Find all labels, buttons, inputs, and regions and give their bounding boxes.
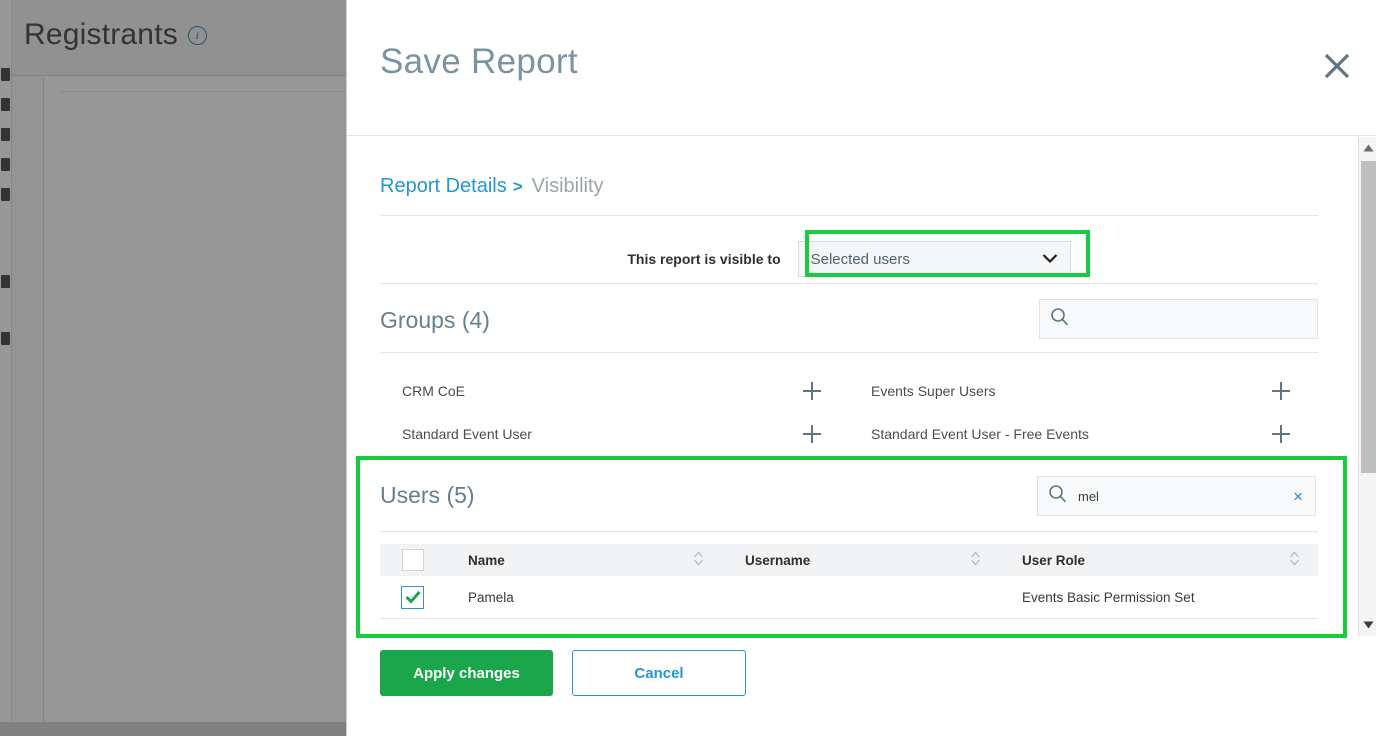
column-label: User Role — [1022, 552, 1086, 568]
group-name: Events Super Users — [871, 382, 996, 399]
nav-mark — [1, 68, 10, 81]
row-select-cell — [380, 585, 445, 609]
divider — [380, 531, 1318, 532]
nav-mark — [1, 275, 10, 288]
table-row: Pamela Events Basic Permission Set — [380, 576, 1318, 619]
group-item: CRM CoE — [380, 369, 849, 412]
cell-user-role: Events Basic Permission Set — [1022, 589, 1195, 605]
users-search-input[interactable] — [1076, 487, 1292, 505]
sort-icon[interactable] — [693, 551, 704, 569]
groups-search[interactable] — [1039, 299, 1318, 339]
visibility-select[interactable]: Selected users — [797, 241, 1071, 277]
triangle-down-icon[interactable] — [1359, 616, 1376, 634]
visibility-select-wrap: Selected users — [797, 241, 1071, 277]
group-name: Standard Event User — [402, 425, 532, 442]
column-label: Username — [745, 552, 811, 568]
table-header: Name Username User Role — [380, 544, 1318, 576]
breadcrumb: Report Details > Visibility — [380, 175, 604, 198]
background-nav-rail — [0, 0, 12, 736]
nav-mark — [1, 158, 10, 171]
divider — [380, 283, 1318, 284]
nav-mark — [1, 332, 10, 345]
plus-icon[interactable] — [1266, 380, 1296, 402]
groups-list: CRM CoE Events Super Users Standard Even… — [380, 369, 1318, 455]
close-icon[interactable] — [1315, 44, 1359, 88]
visibility-label: This report is visible to — [627, 251, 781, 267]
divider — [60, 91, 346, 92]
divider — [380, 215, 1318, 216]
triangle-up-icon[interactable] — [1359, 139, 1376, 157]
nav-mark — [1, 98, 10, 111]
plus-icon[interactable] — [797, 380, 827, 402]
column-header-name[interactable]: Name — [445, 544, 722, 576]
users-heading: Users (5) — [380, 482, 475, 508]
groups-heading: Groups (4) — [380, 307, 490, 333]
plus-icon[interactable] — [797, 423, 827, 445]
group-item: Standard Event User - Free Events — [849, 412, 1318, 455]
chevron-down-icon — [1042, 251, 1058, 268]
groups-search-input[interactable] — [1078, 310, 1307, 328]
column-header-username[interactable]: Username — [722, 544, 999, 576]
page-title: Registrants i — [24, 18, 207, 52]
group-item: Standard Event User — [380, 412, 849, 455]
modal-scrollbar[interactable] — [1358, 137, 1376, 636]
groups-row: CRM CoE Events Super Users — [380, 369, 1318, 412]
group-name: CRM CoE — [402, 382, 466, 399]
sort-icon[interactable] — [970, 551, 981, 569]
select-all-cell — [380, 544, 445, 576]
divider — [380, 352, 1318, 353]
visibility-row: This report is visible to Selected users — [380, 235, 1318, 283]
column-header-user-role[interactable]: User Role — [999, 544, 1318, 576]
apply-changes-button[interactable]: Apply changes — [380, 650, 553, 696]
breadcrumb-visibility: Visibility — [531, 175, 604, 197]
cancel-button[interactable]: Cancel — [572, 650, 746, 696]
sort-icon[interactable] — [1289, 551, 1300, 569]
page-title-text: Registrants — [24, 18, 178, 51]
group-name: Standard Event User - Free Events — [871, 425, 1089, 442]
group-item: Events Super Users — [849, 369, 1318, 412]
column-label: Name — [468, 552, 505, 568]
scrollbar-thumb[interactable] — [1361, 161, 1376, 473]
background-content — [45, 77, 346, 722]
breadcrumb-separator: > — [512, 176, 523, 196]
row-checkbox[interactable] — [401, 585, 424, 609]
search-icon — [1048, 484, 1067, 508]
screen: Registrants i Save Report Report Details — [0, 0, 1376, 736]
search-icon — [1050, 307, 1069, 331]
modal-title: Save Report — [380, 42, 578, 81]
clear-icon[interactable]: × — [1291, 488, 1305, 505]
info-icon[interactable]: i — [187, 25, 207, 45]
plus-icon[interactable] — [1266, 423, 1296, 445]
visibility-select-value: Selected users — [810, 250, 910, 268]
modal-footer: Apply changes Cancel — [380, 650, 746, 696]
users-search[interactable]: × — [1037, 476, 1316, 516]
breadcrumb-report-details[interactable]: Report Details — [380, 175, 507, 198]
select-all-checkbox[interactable] — [401, 549, 424, 571]
background-side-column — [13, 77, 44, 722]
modal-body: Report Details > Visibility This report … — [347, 137, 1359, 736]
nav-mark — [1, 188, 10, 201]
save-report-modal: Save Report Report Details > Visibility … — [346, 0, 1376, 736]
modal-header: Save Report — [347, 0, 1376, 136]
background-bottom-bar — [0, 722, 346, 736]
cell-name: Pamela — [468, 589, 514, 605]
groups-row: Standard Event User Standard Event User … — [380, 412, 1318, 455]
divider — [380, 457, 1318, 458]
background-app: Registrants i — [0, 0, 346, 736]
nav-mark — [1, 128, 10, 141]
users-table: Name Username User Role Pamela Events Ba… — [380, 544, 1318, 619]
